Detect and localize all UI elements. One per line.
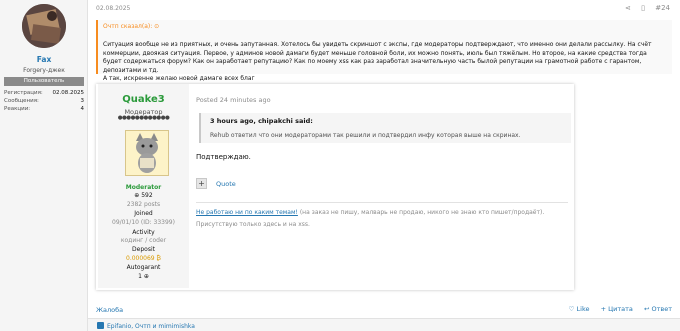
likes-names[interactable]: Epifanio, Очтп и mimimishka [107, 323, 195, 330]
embed-posts: 2382 posts [126, 201, 161, 208]
embed-autogarant-label: Autogarant [126, 264, 161, 271]
plus-icon: + [196, 178, 207, 189]
embed-posted-time: Posted 24 minutes ago [196, 96, 271, 104]
cat-avatar [125, 130, 169, 176]
likes-bar: Epifanio, Очтп и mimimishka [88, 318, 680, 331]
stat-label: Регистрация: [4, 90, 43, 96]
stat-label: Сообщения: [4, 98, 39, 104]
embed-activity-value: кодинг / coder [120, 237, 167, 244]
embed-deposit-value: 0.000069 ₿ [126, 255, 161, 262]
embed-rep: ⊕ 592 [134, 192, 153, 199]
embed-reply-text: Подтверждаю. [196, 153, 251, 161]
stat-value: 3 [80, 98, 85, 104]
user-sidebar: Fax Forgery-джек Пользователь Регистраци… [0, 0, 88, 331]
quote-text: Ситуация вообще не из приятных, и очень … [103, 41, 663, 84]
embed-signature: Не работаю ни по каким темам! (на заказ … [196, 209, 544, 216]
stat-value: 02.08.2025 [52, 90, 85, 96]
embed-inner-quote-header: 3 hours ago, chipakchi said: [210, 117, 313, 125]
like-icon [97, 322, 104, 329]
avatar-image [22, 4, 66, 48]
user-title: Forgery-джек [23, 67, 65, 74]
likes-list[interactable]: Epifanio, Очтп и mimimishka [97, 322, 195, 330]
embed-autogarant-value: 1 ⊕ [138, 273, 149, 280]
embed-inner-quote: 3 hours ago, chipakchi said: Rehub ответ… [199, 113, 571, 143]
embed-joined-label: Joined [134, 210, 153, 217]
bookmark-icon[interactable]: ▯ [641, 4, 645, 12]
post-actions: ♡ Like + Цитата ↩ Ответ [560, 305, 672, 313]
embed-signature-link: Не работаю ни по каким темам! [196, 209, 298, 216]
stat-messages: Сообщения: 3 [4, 98, 84, 106]
embedded-screenshot: Quake3 Модератор ●●●●●●●●●●●● Moderator … [96, 84, 574, 290]
username[interactable]: Fax [0, 55, 88, 64]
quote-block: Очтп сказал(а): ⊙ Ситуация вообще не из … [96, 20, 672, 82]
cat-avatar-icon [136, 133, 158, 173]
embed-badge: Moderator [125, 184, 162, 191]
stat-registration: Регистрация: 02.08.2025 [4, 90, 84, 98]
quote-header[interactable]: Очтп сказал(а): ⊙ [103, 23, 159, 30]
post-tools: ⋖ ▯ #24 [617, 4, 670, 12]
embed-activity-label: Activity [132, 229, 155, 236]
rank-dots: ●●●●●●●●●●●● [117, 115, 170, 121]
embed-quote-button: Quote [216, 180, 236, 188]
embed-signature-line2: Присутствую только здесь и на xss. [196, 221, 310, 228]
embed-user-panel: Quake3 Модератор ●●●●●●●●●●●● Moderator … [98, 84, 189, 288]
divider [196, 202, 568, 203]
reply-button[interactable]: ↩ Ответ [644, 305, 672, 313]
quote-button[interactable]: + Цитата [601, 305, 633, 313]
report-link[interactable]: Жалоба [96, 306, 123, 314]
embed-deposit-label: Deposit [132, 246, 155, 253]
stat-label: Реакции: [4, 106, 31, 112]
like-button[interactable]: ♡ Like [569, 305, 590, 313]
post-date[interactable]: 02.08.2025 [96, 5, 130, 12]
embed-username: Quake3 [122, 94, 165, 105]
embed-inner-quote-text: Rehub ответил что они модераторами так р… [210, 132, 521, 139]
quote-body: Ситуация вообще не из приятных, и очень … [103, 41, 652, 82]
avatar[interactable] [22, 4, 66, 48]
share-icon[interactable]: ⋖ [625, 4, 631, 12]
stat-value: 4 [80, 106, 85, 112]
embed-joined-value: 09/01/10 (ID: 33399) [112, 219, 175, 226]
post-number[interactable]: #24 [655, 4, 670, 12]
user-banner: Пользователь [4, 77, 84, 86]
stat-reactions: Реакции: 4 [4, 106, 84, 114]
embed-signature-text: (на заказ не пишу, малварь не продаю, ни… [297, 209, 545, 216]
